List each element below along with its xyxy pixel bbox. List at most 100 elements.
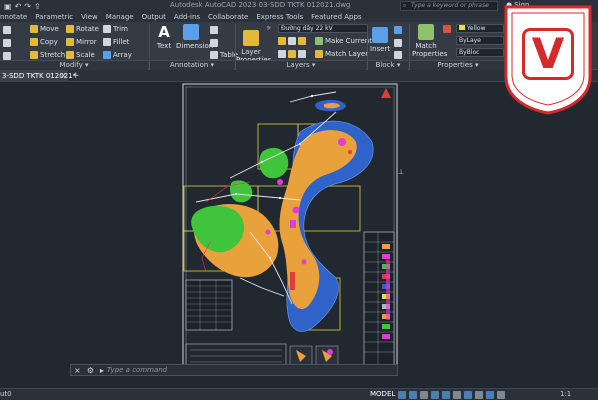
arc-tool[interactable] (3, 52, 11, 60)
edit-block-tool[interactable] (394, 39, 402, 47)
text-icon: A (158, 23, 170, 41)
mirror-icon (66, 38, 74, 46)
logo-letter: V (522, 28, 574, 80)
match-layer-button[interactable]: Match Layer (315, 50, 368, 58)
annotation-icon[interactable] (497, 391, 505, 399)
markup-tool[interactable] (210, 39, 218, 47)
polar-icon[interactable] (431, 391, 439, 399)
ribbon-separator (235, 24, 236, 70)
leader-tool[interactable] (210, 26, 218, 34)
draw-tools[interactable] (3, 26, 11, 34)
green-area-north (259, 147, 289, 179)
tab-add-ins[interactable]: Add-ins (170, 13, 204, 21)
annotation-scale[interactable]: 1:1 (560, 390, 571, 398)
statistics-table (185, 279, 233, 331)
layer-dropdown[interactable]: Đường dây 22 kV (278, 24, 368, 33)
layer-properties-button[interactable]: Layer Properties (236, 30, 271, 64)
tab-collaborate[interactable]: Collaborate (204, 13, 252, 21)
share-icon[interactable]: ⇪ (34, 2, 41, 11)
circle-tool[interactable] (3, 39, 11, 47)
annotation-group-label[interactable]: Annotation ▾ (150, 60, 234, 70)
copy-icon (30, 38, 38, 46)
fillet-icon (103, 38, 111, 46)
redo-icon[interactable]: ↷ (24, 2, 31, 11)
make-current-button[interactable]: Make Current (315, 37, 372, 45)
match-layer-icon (315, 50, 323, 58)
search-input[interactable]: ⌕ Type a keyword or phrase (400, 1, 498, 11)
layout-tab[interactable]: ut0 (0, 390, 12, 398)
tab-featured-apps[interactable]: Featured Apps (307, 13, 365, 21)
block-group-label[interactable]: Block ▾ (368, 60, 408, 70)
block-attribute-tool[interactable] (394, 51, 402, 59)
selection-cycling-icon[interactable] (486, 391, 494, 399)
north-arrow-icon (381, 88, 391, 98)
table-icon (210, 51, 218, 59)
layer-properties-icon (243, 30, 259, 46)
grid-icon[interactable] (398, 391, 406, 399)
color-dropdown[interactable]: Yellow (456, 24, 504, 33)
match-properties-button[interactable]: Match Properties (412, 24, 447, 58)
save-icon[interactable]: ▣ (4, 2, 12, 11)
search-placeholder: Type a keyword or phrase (411, 2, 489, 9)
move-button[interactable]: Move (30, 25, 59, 33)
array-icon (103, 51, 111, 59)
text-button[interactable]: A Text (154, 24, 174, 50)
trim-button[interactable]: Trim (103, 25, 128, 33)
layer-dropdown-value: Đường dây 22 kV (281, 25, 333, 32)
table-button[interactable]: Table (210, 51, 238, 59)
match-properties-icon (418, 24, 434, 40)
insert-button[interactable]: Insert (370, 27, 390, 53)
stretch-button[interactable]: Stretch (30, 51, 65, 59)
modify-group-label[interactable]: Modify ▾ (0, 60, 148, 70)
ribbon-separator (367, 24, 368, 70)
lineweight-dropdown-value: ByBloc (459, 49, 480, 56)
mirror-button[interactable]: Mirror (66, 38, 97, 46)
copy-button[interactable]: Copy (30, 38, 58, 46)
window-title: Autodesk AutoCAD 2023 03-SDD TKTK 012021… (170, 1, 351, 9)
ucs-icon: ⊥ (398, 168, 405, 176)
properties-group-label[interactable]: Properties ▾ (410, 60, 506, 70)
lineweight-icon[interactable] (464, 391, 472, 399)
lineweight-dropdown[interactable]: ByBloc (456, 48, 504, 57)
status-toggles (398, 391, 505, 399)
tab-parametric[interactable]: Parametric (31, 13, 77, 21)
tab-manage[interactable]: Manage (102, 13, 138, 21)
drawing-canvas[interactable]: ⊥ (0, 82, 598, 378)
array-button[interactable]: Array (103, 51, 132, 59)
tab-express-tools[interactable]: Express Tools (252, 13, 307, 21)
quick-access-toolbar: ▣ ↶ ↷ ⇪ (0, 2, 41, 11)
ribbon-separator (149, 24, 150, 70)
fillet-button[interactable]: Fillet (103, 38, 129, 46)
snap-icon[interactable] (409, 391, 417, 399)
close-command-icon[interactable]: × (71, 366, 84, 375)
tab-output[interactable]: Output (138, 13, 170, 21)
close-tab-icon[interactable]: × (60, 70, 67, 82)
make-current-icon (315, 37, 323, 45)
otrack-icon[interactable] (453, 391, 461, 399)
layers-group-label[interactable]: Layers ▾ (236, 60, 366, 70)
command-input[interactable]: Type a command (107, 366, 167, 374)
new-tab-icon[interactable]: + (72, 70, 80, 82)
linetype-dropdown[interactable]: ByLaye (456, 36, 504, 45)
ortho-icon[interactable] (420, 391, 428, 399)
layer-tools-row1[interactable] (278, 37, 306, 45)
rotate-button[interactable]: Rotate (66, 25, 99, 33)
create-block-tool[interactable] (394, 26, 402, 34)
dimension-button[interactable]: Dimension (176, 24, 213, 50)
trim-icon (103, 25, 111, 33)
osnap-icon[interactable] (442, 391, 450, 399)
drawing-area (182, 83, 398, 375)
command-line[interactable]: × ⚙ ▸ Type a command (70, 364, 398, 376)
model-space-button[interactable]: MODEL (370, 390, 395, 398)
dimension-icon (183, 24, 199, 40)
document-tab[interactable]: 3-SDD TKTK 012021* (0, 70, 76, 82)
scale-button[interactable]: Scale (66, 51, 95, 59)
layer-tools-row2[interactable] (278, 50, 306, 58)
wrench-icon[interactable]: ⚙ (84, 366, 97, 375)
tab-annotate[interactable]: nnotate (0, 13, 31, 21)
tab-view[interactable]: View (77, 13, 102, 21)
transparency-icon[interactable] (475, 391, 483, 399)
search-icon: ⌕ (403, 2, 407, 9)
undo-icon[interactable]: ↶ (15, 2, 22, 11)
scale-icon (66, 51, 74, 59)
